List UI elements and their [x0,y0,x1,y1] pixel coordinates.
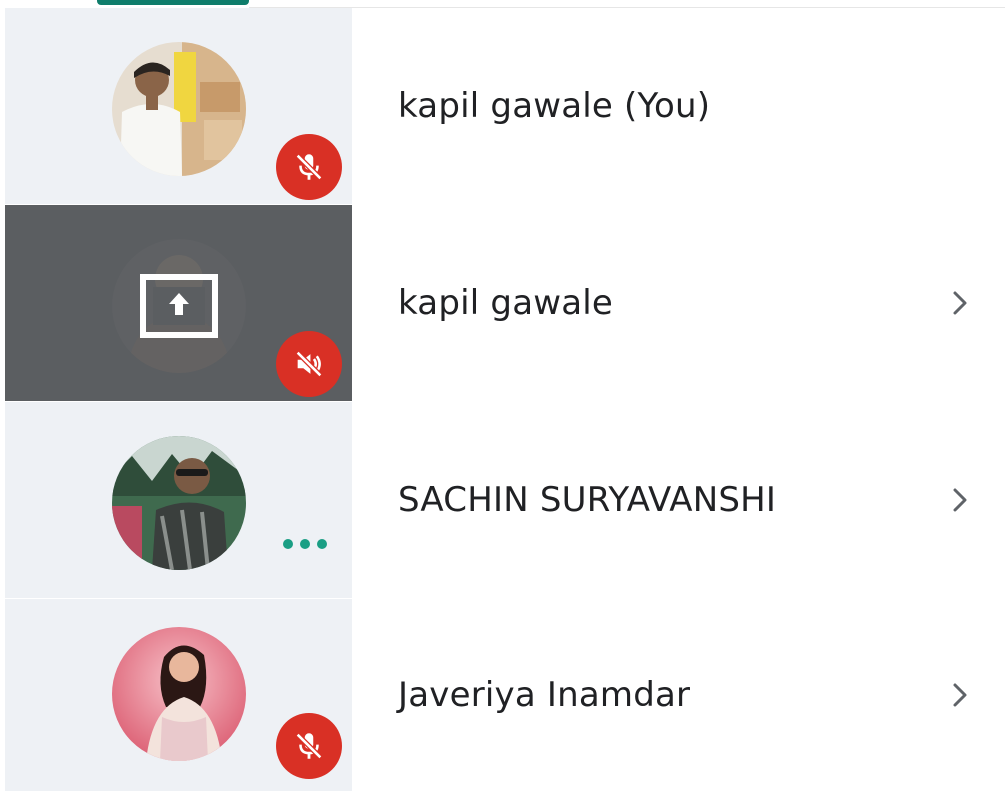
speaking-indicator [283,539,327,549]
mic-off-badge [276,134,342,200]
avatar-photo-icon [112,436,246,570]
participant-name: Javeriya Inamdar [398,675,691,715]
avatar-photo-icon [112,627,246,761]
participant-row[interactable]: kapil gawale [5,205,1005,401]
mic-off-icon [295,732,323,760]
audio-off-badge [276,331,342,397]
avatar [112,42,246,176]
active-tab-indicator [97,0,249,5]
speaking-dot [317,539,327,549]
screen-share-overlay [112,239,246,373]
participant-tile [5,8,352,204]
mic-off-badge [276,713,342,779]
participants-screen: kapil gawale (You) kapil gawale SACHIN S… [0,0,1005,791]
participant-name: kapil gawale (You) [398,86,711,126]
participant-list: kapil gawale (You) kapil gawale SACHIN S… [5,8,1005,791]
avatar [112,436,246,570]
speaking-dot [300,539,310,549]
volume-off-icon [295,350,323,378]
screen-share-icon [140,274,218,338]
participant-row[interactable]: SACHIN SURYAVANSHI [5,402,1005,598]
participant-name: SACHIN SURYAVANSHI [398,480,777,520]
participant-row[interactable]: kapil gawale (You) [5,8,1005,204]
participant-tile [5,205,352,401]
avatar [112,239,246,373]
participant-row[interactable]: Javeriya Inamdar [5,599,1005,791]
participant-tile [5,402,352,598]
participant-tile [5,599,352,791]
mic-off-icon [295,153,323,181]
avatar-photo-icon [112,42,246,176]
participant-name: kapil gawale [398,283,614,323]
chevron-right-icon[interactable] [945,283,975,323]
chevron-right-icon[interactable] [945,480,975,520]
speaking-dot [283,539,293,549]
avatar [112,627,246,761]
chevron-right-icon[interactable] [945,675,975,715]
